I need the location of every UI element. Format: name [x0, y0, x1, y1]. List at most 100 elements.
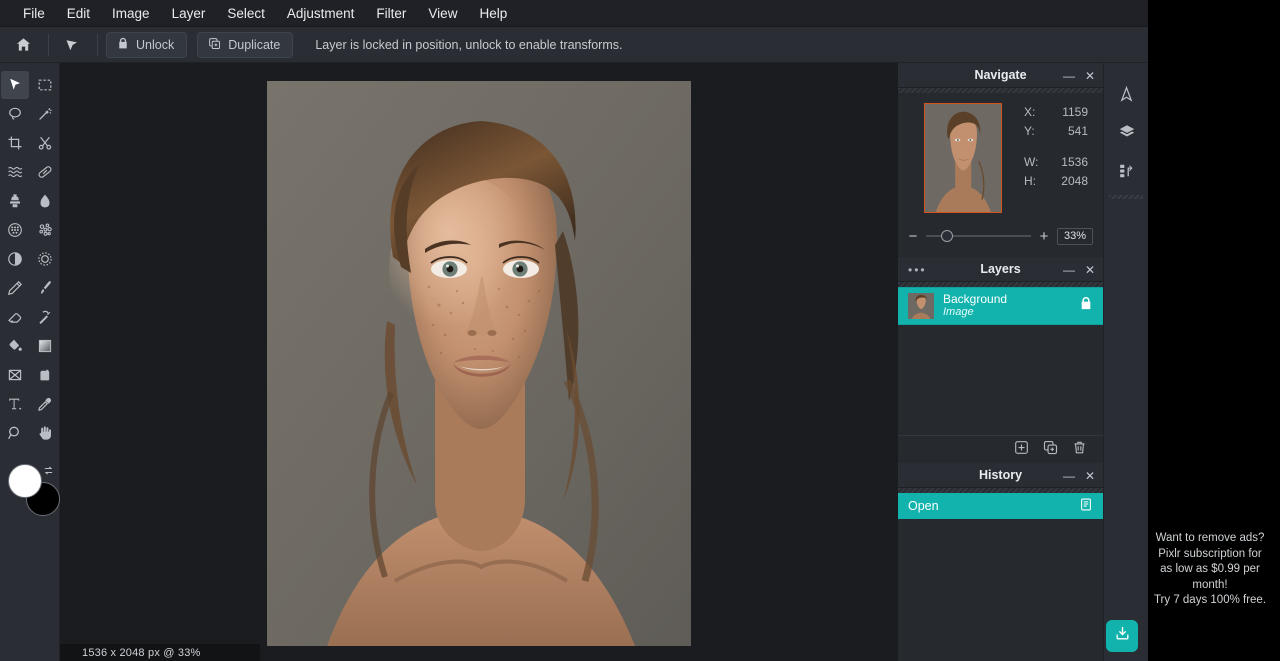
menu-item-select[interactable]: Select [216, 0, 276, 27]
navigate-stat-x-value: 1159 [1046, 103, 1088, 122]
duplicate-layer-button[interactable] [1043, 440, 1058, 460]
layers-minimize-icon[interactable]: — [1063, 264, 1075, 276]
navigate-rail-button[interactable] [1104, 75, 1149, 113]
navigate-close-icon[interactable]: ✕ [1085, 70, 1095, 82]
zoom-slider[interactable] [926, 229, 1031, 243]
halftone-tool[interactable] [1, 216, 29, 244]
pencil-tool[interactable] [1, 274, 29, 302]
menu-item-image[interactable]: Image [101, 0, 161, 27]
portrait-photo [267, 81, 691, 646]
duplicate-button[interactable]: Duplicate [197, 32, 293, 58]
zoom-in-button[interactable]: + [1039, 228, 1049, 245]
arrange-tool[interactable] [1, 71, 29, 99]
toolbar-divider-2 [97, 34, 98, 56]
navigate-panel-title: Navigate [974, 68, 1026, 82]
cutout-tool[interactable] [31, 129, 59, 157]
pixlr-editor: File Edit Image Layer Select Adjustment … [0, 0, 1280, 661]
history-entry[interactable]: Open [898, 493, 1103, 519]
ad-line-3: as low as $0.99 per [1148, 562, 1272, 578]
history-minimize-icon[interactable]: — [1063, 470, 1075, 482]
history-panel-header: History — ✕ [898, 463, 1103, 488]
canvas-area[interactable]: 1536 x 2048 px @ 33% [60, 63, 898, 661]
add-element-tool[interactable] [31, 361, 59, 389]
menu-bar: File Edit Image Layer Select Adjustment … [0, 0, 1148, 27]
color-picker-tool[interactable] [31, 390, 59, 418]
foreground-color-well[interactable] [8, 464, 42, 498]
zoom-out-button[interactable]: − [908, 228, 918, 245]
layers-rail-button[interactable] [1104, 113, 1149, 151]
menu-item-view[interactable]: View [417, 0, 468, 27]
navigate-stat-h-key: H: [1024, 172, 1046, 191]
dispersion-tool[interactable] [31, 216, 59, 244]
paint-bucket-tool[interactable] [1, 332, 29, 360]
history-empty-space [898, 519, 1103, 629]
zoom-tool[interactable] [1, 419, 29, 447]
hand-tool[interactable] [31, 419, 59, 447]
menu-item-file[interactable]: File [12, 0, 56, 27]
layer-row[interactable]: Background Image [898, 287, 1103, 325]
navigate-thumbnail-image [925, 104, 1001, 212]
lasso-select-tool[interactable] [1, 100, 29, 128]
menu-item-adjustment[interactable]: Adjustment [276, 0, 366, 27]
gradient-tool[interactable] [31, 332, 59, 360]
navigate-stat-w-value: 1536 [1046, 153, 1088, 172]
ad-line-5: Try 7 days 100% free. [1148, 593, 1272, 609]
canvas-status-bar: 1536 x 2048 px @ 33% [60, 644, 260, 661]
ad-line-1: Want to remove ads? [1148, 531, 1272, 547]
more-options-icon[interactable]: ••• [908, 257, 927, 282]
navigate-stat-y: Y: 541 [1024, 122, 1088, 141]
toolbar-divider [48, 34, 49, 56]
clone-stamp-tool[interactable] [1, 187, 29, 215]
navigate-stat-h: H: 2048 [1024, 172, 1088, 191]
artboard[interactable] [267, 81, 691, 646]
navigate-stat-h-value: 2048 [1046, 172, 1088, 191]
navigate-stat-w-key: W: [1024, 153, 1046, 172]
save-button[interactable] [1106, 620, 1138, 652]
layers-panel-title: Layers [980, 262, 1020, 276]
text-tool[interactable] [1, 390, 29, 418]
history-entry-label: Open [908, 499, 939, 513]
layer-lock-icon[interactable] [1079, 296, 1093, 316]
heal-tool[interactable] [31, 158, 59, 186]
layers-close-icon[interactable]: ✕ [1085, 264, 1095, 276]
ad-text: Want to remove ads? Pixlr subscription f… [1148, 531, 1272, 609]
layers-empty-space [898, 325, 1103, 435]
shape-tool[interactable] [1, 361, 29, 389]
ad-line-4: month! [1148, 578, 1272, 594]
navigate-stat-y-key: Y: [1024, 122, 1046, 141]
layer-thumbnail [908, 293, 934, 319]
swap-arrows-icon[interactable] [42, 464, 55, 482]
zoom-slider-knob[interactable] [941, 230, 953, 242]
menu-item-edit[interactable]: Edit [56, 0, 101, 27]
navigate-stat-x-key: X: [1024, 103, 1046, 122]
detail-tool[interactable] [31, 245, 59, 273]
menu-item-help[interactable]: Help [468, 0, 518, 27]
eraser-tool[interactable] [1, 303, 29, 331]
history-rail-button[interactable] [1104, 151, 1149, 189]
right-panels: Navigate — ✕ [898, 63, 1103, 661]
options-bar: Unlock Duplicate Layer is locked in posi… [0, 27, 1148, 63]
history-close-icon[interactable]: ✕ [1085, 470, 1095, 482]
navigate-thumbnail[interactable] [924, 103, 1002, 213]
zoom-level-input[interactable]: 33% [1057, 228, 1093, 245]
layers-actions [898, 435, 1103, 463]
delete-layer-button[interactable] [1072, 440, 1087, 460]
blur-tool[interactable] [31, 187, 59, 215]
arrange-cursor-icon[interactable] [57, 32, 87, 58]
menu-item-filter[interactable]: Filter [365, 0, 417, 27]
document-icon [1079, 497, 1093, 515]
navigate-stat-x: X: 1159 [1024, 103, 1088, 122]
toning-tool[interactable] [1, 245, 29, 273]
navigate-stats: X: 1159 Y: 541 W: 1536 H: 2048 [1024, 103, 1088, 213]
liquify-tool[interactable] [1, 158, 29, 186]
crop-tool[interactable] [1, 129, 29, 157]
brush-tool[interactable] [31, 274, 59, 302]
marquee-select-tool[interactable] [31, 71, 59, 99]
home-icon[interactable] [8, 32, 38, 58]
navigate-minimize-icon[interactable]: — [1063, 70, 1075, 82]
unlock-button[interactable]: Unlock [106, 32, 187, 58]
smudge-tool[interactable] [31, 303, 59, 331]
magic-wand-tool[interactable] [31, 100, 59, 128]
add-layer-button[interactable] [1014, 440, 1029, 460]
menu-item-layer[interactable]: Layer [161, 0, 217, 27]
